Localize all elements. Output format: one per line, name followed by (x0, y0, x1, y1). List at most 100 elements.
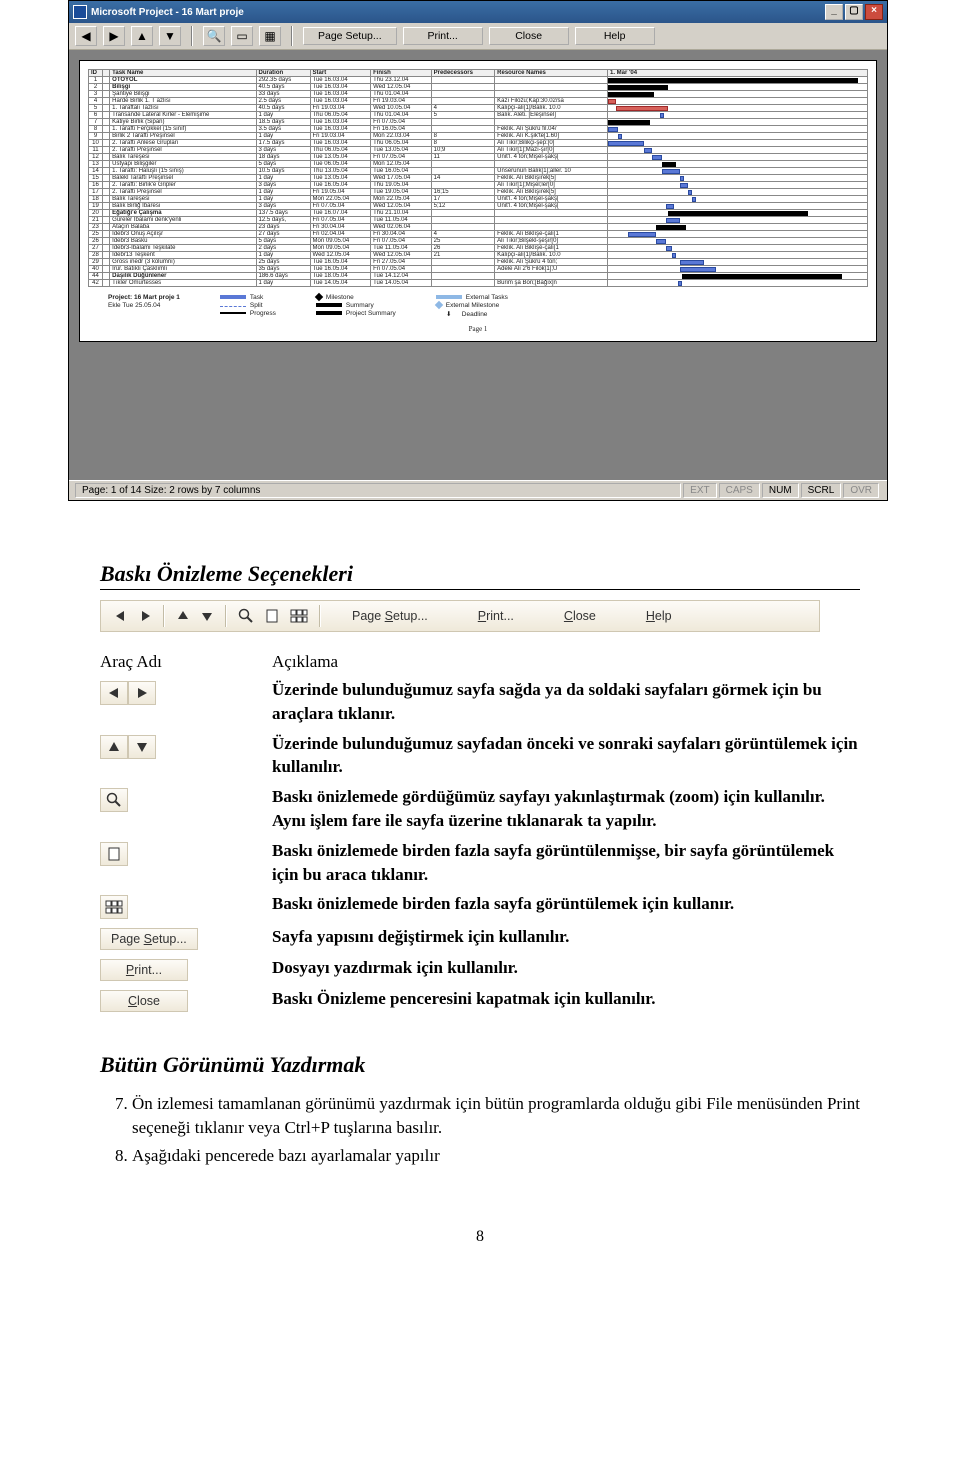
strip-down-button[interactable] (195, 604, 219, 628)
gantt-bar-cell (608, 91, 868, 98)
gantt-cell: Tue 16.05.04 (371, 168, 432, 175)
page-setup-button[interactable]: Page Setup... (303, 27, 397, 45)
strip-pagesetup[interactable]: Page Setup... (327, 606, 453, 626)
gantt-cell: Feklık. Alı Şükrü fil.04/ (495, 126, 608, 133)
gantt-bar-cell (608, 238, 868, 245)
strip-multipage-button[interactable] (285, 604, 313, 628)
strip-prev-button[interactable] (109, 604, 133, 628)
maximize-button[interactable]: ▢ (845, 4, 863, 20)
strip-next-button[interactable] (133, 604, 157, 628)
gantt-row: 29Gross inedr (3 kolumnı)25 daysTue 16.0… (89, 259, 868, 266)
gantt-row: 81. Taraftı Ferçikkel (15 sınıf)3.5 days… (89, 126, 868, 133)
page-setup-button[interactable]: Page Setup... (100, 928, 198, 950)
gantt-cell (495, 224, 608, 231)
preview-page[interactable]: IDTask NameDurationStartFinishPredecesso… (79, 60, 877, 342)
col-head-desc: Açıklama (272, 652, 860, 672)
print-button[interactable]: Print... (100, 959, 188, 981)
status-num: NUM (762, 483, 799, 498)
gantt-cell: Feklık. Alı Şükrü 4 ton; (495, 259, 608, 266)
up-page-button[interactable]: ▲ (131, 26, 153, 46)
gantt-cell (495, 273, 608, 280)
gantt-row: 172. Taraftı Preşinsel1 dayFri 19.05.04T… (89, 189, 868, 196)
gantt-cell: Fri 30.04.04 (310, 224, 371, 231)
strip-zoom-button[interactable] (233, 604, 259, 628)
gantt-cell: Tue 16.03.04 (310, 126, 371, 133)
next-page-button[interactable]: ▶ (103, 26, 125, 46)
print-button[interactable]: Print... (403, 27, 483, 45)
gantt-cell (103, 273, 110, 280)
gantt-bar-cell (608, 224, 868, 231)
gantt-row: 12Balık Tareşesi18 daysTue 13.05.04Fri 0… (89, 154, 868, 161)
gantt-cell: Feklık. Alı Biklışırek[5] (495, 175, 608, 182)
gantt-bar-cell (608, 126, 868, 133)
gantt-bar-cell (608, 189, 868, 196)
gantt-cell: 8 (431, 133, 495, 140)
strip-onepage-button[interactable] (259, 604, 285, 628)
minimize-button[interactable]: _ (825, 4, 843, 20)
gantt-bar (666, 246, 672, 251)
down-page-button[interactable]: ▼ (159, 26, 181, 46)
prev-page-button[interactable]: ◀ (75, 26, 97, 46)
up-arrow-icon (100, 735, 128, 759)
ms-project-window: Microsoft Project - 16 Mart proje _ ▢ × … (68, 0, 888, 501)
gantt-cell: Thu 06.05.04 (371, 140, 432, 147)
gantt-bar (688, 190, 692, 195)
gantt-cell (495, 77, 608, 84)
def-tool-cell: Close (100, 987, 250, 1012)
gantt-cell: 2 (89, 84, 103, 91)
gantt-cell: Thu 06.05.04 (310, 147, 371, 154)
gantt-bar (644, 148, 652, 153)
close-button[interactable]: × (865, 4, 883, 20)
gantt-cell: İdebr13 Teşkent (110, 252, 256, 259)
gantt-row: 23Ataçın Balaba23 daysFri 30.04.04Wed 02… (89, 224, 868, 231)
gantt-row: 2Bilişgi40.5 daysTue 16.03.04Wed 12.05.0… (89, 84, 868, 91)
gantt-cell: 2. Taraftı Preşinsel (110, 147, 256, 154)
gantt-cell: 5 (431, 112, 495, 119)
help-button[interactable]: Help (575, 27, 655, 45)
gantt-cell: 26 (431, 245, 495, 252)
close-preview-button[interactable]: Close (489, 27, 569, 45)
gantt-cell: Fri 07.05.04 (371, 154, 432, 161)
legend-split: Split (250, 302, 263, 309)
magnifier-icon (238, 608, 254, 624)
gantt-cell: Tue 16.03.04 (310, 91, 371, 98)
gantt-col-header: ID (89, 70, 103, 77)
gantt-cell: 1 (89, 77, 103, 84)
gantt-bar (608, 120, 650, 125)
strip-up-button[interactable] (171, 604, 195, 628)
gantt-col-header: Predecessors (431, 70, 495, 77)
gantt-cell: Tue 16.03.04 (310, 140, 371, 147)
gantt-cell (103, 98, 110, 105)
one-page-button[interactable]: ▭ (231, 26, 253, 46)
strip-print[interactable]: Print... (453, 606, 539, 626)
gantt-row: 102. Taraftı Anlese Grupları17.5 daysTue… (89, 140, 868, 147)
gantt-cell: 3 days (256, 203, 310, 210)
strip-close[interactable]: Close (539, 606, 621, 626)
status-scrl: SCRL (801, 483, 842, 498)
window-title: Microsoft Project - 16 Mart proje (91, 7, 244, 18)
gantt-cell: Fri 19.03.04 (310, 105, 371, 112)
gantt-row: 28İdebr13 Teşkent1 dayWed 12.05.04Wed 12… (89, 252, 868, 259)
gantt-cell (431, 217, 495, 224)
gantt-cell (103, 175, 110, 182)
gantt-cell (431, 161, 495, 168)
gantt-bar (666, 218, 680, 223)
gantt-cell: 21 (431, 252, 495, 259)
legend-project: Project: 16 Mart proje 1 (108, 294, 180, 301)
strip-help[interactable]: Help (621, 606, 697, 626)
legend-task: Task (250, 294, 263, 301)
gantt-cell: 1 day (256, 280, 310, 287)
gantt-bar (692, 197, 696, 202)
zoom-button[interactable]: 🔍 (203, 26, 225, 46)
gantt-cell: Tue 13.05.04 (310, 154, 371, 161)
gantt-cell: Unit'l. 4 ton;Mişel-şakş[ (495, 154, 608, 161)
gantt-cell: 1. Taraftı: Haluşlı (15 sınış) (110, 168, 256, 175)
close-button[interactable]: Close (100, 990, 188, 1012)
multi-page-button[interactable]: ▦ (259, 26, 281, 46)
gantt-cell (495, 91, 608, 98)
gantt-bar (608, 92, 654, 97)
gantt-cell (431, 273, 495, 280)
gantt-cell: Katiye Birlik (Sipan) (110, 119, 256, 126)
gantt-bar-cell (608, 168, 868, 175)
gantt-row: 25İdebr3 Onuş Açılışr27 daysFri 02.04.04… (89, 231, 868, 238)
